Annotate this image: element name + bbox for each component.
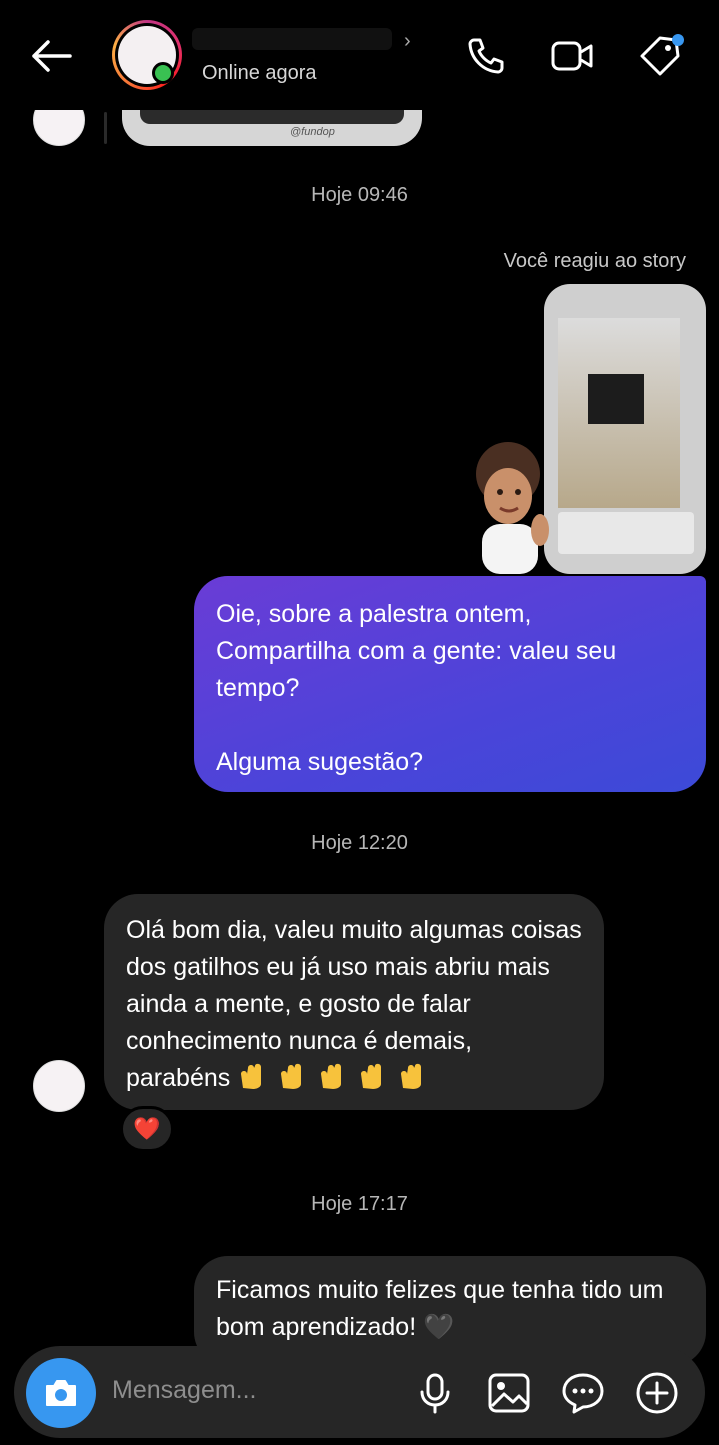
story-tag: @fundop bbox=[290, 126, 335, 138]
clap-emoji-icon bbox=[401, 1063, 422, 1089]
sticker-icon[interactable] bbox=[560, 1370, 606, 1416]
message-composer: Mensagem... bbox=[14, 1346, 705, 1438]
clap-emoji-icon bbox=[281, 1063, 302, 1089]
chat-header: › Online agora bbox=[0, 0, 719, 110]
incoming-message[interactable]: Olá bom dia, valeu muito algumas coisas … bbox=[104, 894, 604, 1110]
clap-emoji-group bbox=[230, 1063, 437, 1092]
clap-emoji-icon bbox=[361, 1063, 382, 1089]
contact-avatar-small[interactable] bbox=[33, 1060, 85, 1112]
timestamp: Hoje 12:20 bbox=[311, 832, 408, 854]
timestamp: Hoje 09:46 bbox=[311, 184, 408, 206]
clap-emoji-icon bbox=[321, 1063, 342, 1089]
heart-reaction[interactable]: ❤️ bbox=[120, 1106, 174, 1152]
microphone-icon[interactable] bbox=[412, 1370, 458, 1416]
message-input[interactable]: Mensagem... bbox=[112, 1376, 257, 1405]
online-status: Online agora bbox=[202, 62, 317, 84]
timestamp: Hoje 17:17 bbox=[311, 1193, 408, 1215]
notification-dot bbox=[672, 34, 684, 46]
camera-button[interactable] bbox=[26, 1358, 96, 1428]
camera-icon bbox=[46, 1380, 76, 1406]
phone-icon[interactable] bbox=[464, 34, 508, 78]
memoji-sticker bbox=[476, 442, 549, 574]
reply-divider bbox=[104, 112, 107, 144]
gallery-icon[interactable] bbox=[486, 1370, 532, 1416]
back-arrow-icon[interactable] bbox=[26, 34, 76, 78]
clap-emoji-icon bbox=[241, 1063, 262, 1089]
chevron-right-icon[interactable]: › bbox=[404, 30, 411, 53]
online-indicator bbox=[152, 62, 174, 84]
heart-reaction-emoji: ❤️ bbox=[133, 1116, 161, 1141]
story-thumbnail[interactable] bbox=[544, 284, 706, 574]
story-reaction-label: Você reagiu ao story bbox=[503, 250, 686, 272]
plus-icon[interactable] bbox=[634, 1370, 680, 1416]
video-icon[interactable] bbox=[550, 34, 594, 78]
outgoing-message[interactable]: Oie, sobre a palestra ontem, Compartilha… bbox=[194, 576, 706, 792]
